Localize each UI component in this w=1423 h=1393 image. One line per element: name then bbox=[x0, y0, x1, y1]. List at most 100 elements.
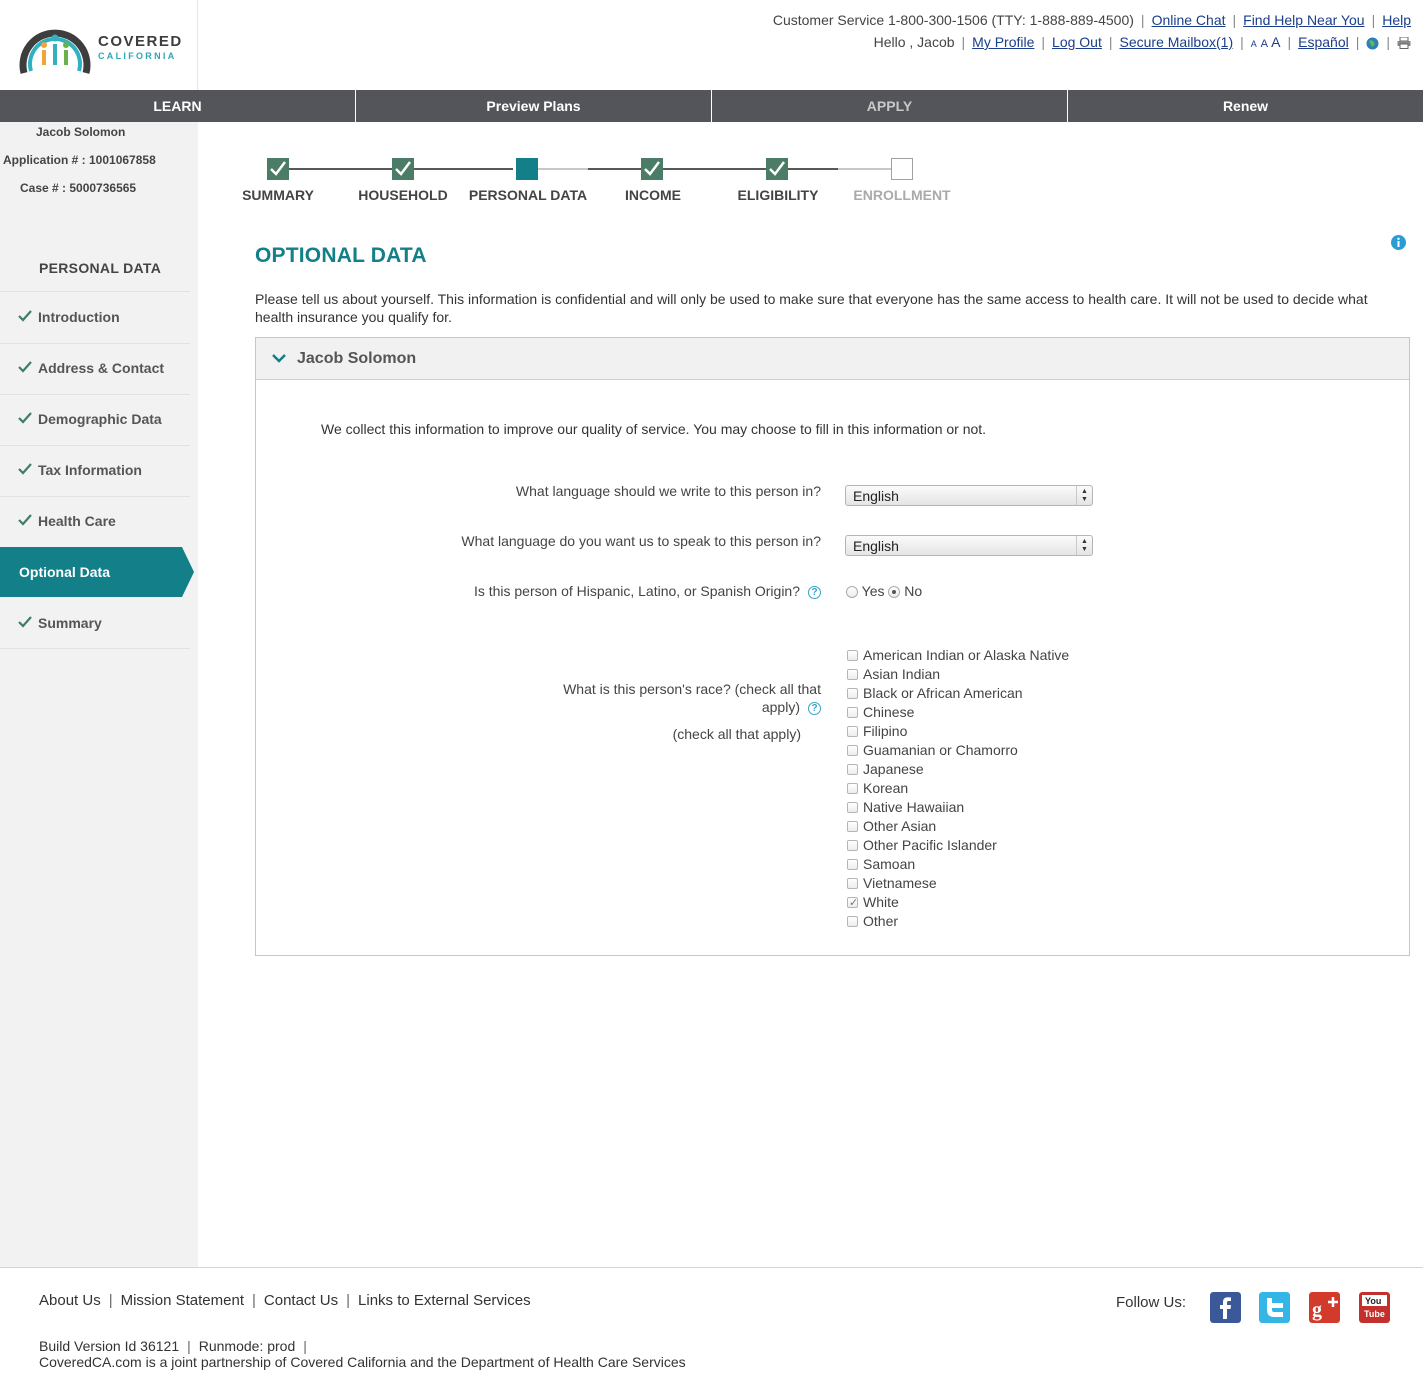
checkbox[interactable] bbox=[847, 745, 858, 756]
race-option[interactable]: Chinese bbox=[847, 703, 1069, 722]
online-chat-link[interactable]: Online Chat bbox=[1152, 12, 1226, 28]
race-option-label: Other bbox=[863, 913, 899, 929]
race-option[interactable]: Black or African American bbox=[847, 684, 1069, 703]
find-help-link[interactable]: Find Help Near You bbox=[1243, 12, 1364, 28]
font-large-button[interactable]: A bbox=[1271, 34, 1280, 50]
print-icon[interactable] bbox=[1397, 37, 1411, 50]
race-option[interactable]: Filipino bbox=[847, 722, 1069, 741]
race-option-label: Filipino bbox=[863, 723, 908, 739]
race-option[interactable]: Japanese bbox=[847, 760, 1069, 779]
help-link[interactable]: Help bbox=[1382, 12, 1411, 28]
step-eligibility-box[interactable] bbox=[766, 158, 788, 180]
checkbox[interactable] bbox=[847, 859, 858, 870]
checkbox[interactable] bbox=[847, 783, 858, 794]
nav-tab-learn[interactable]: LEARN bbox=[0, 90, 355, 122]
checkbox[interactable] bbox=[847, 669, 858, 680]
logo[interactable]: COVERED CALIFORNIA bbox=[0, 0, 198, 90]
checkbox[interactable] bbox=[847, 821, 858, 832]
race-option-label: Guamanian or Chamorro bbox=[863, 742, 1018, 758]
google-plus-icon[interactable]: g bbox=[1309, 1292, 1340, 1323]
race-option[interactable]: American Indian or Alaska Native bbox=[847, 646, 1069, 665]
globe-icon[interactable] bbox=[1366, 37, 1379, 50]
help-icon[interactable]: ? bbox=[808, 702, 821, 715]
sidebar-item-tax-information[interactable]: Tax Information bbox=[0, 445, 190, 495]
checkbox[interactable] bbox=[847, 764, 858, 775]
case-number: Case # : 5000736565 bbox=[20, 181, 137, 195]
nav-tab-apply[interactable]: APPLY bbox=[711, 90, 1067, 122]
hispanic-yes-radio[interactable] bbox=[846, 586, 858, 598]
step-personal-data-box[interactable] bbox=[516, 158, 538, 180]
sidebar-item-demographic-data[interactable]: Demographic Data bbox=[0, 394, 190, 444]
partnership-text: CoveredCA.com is a joint partnership of … bbox=[39, 1354, 686, 1370]
race-option-label: Vietnamese bbox=[863, 875, 937, 891]
write-language-select[interactable]: English ▲ ▼ bbox=[845, 485, 1093, 506]
checkbox[interactable] bbox=[847, 707, 858, 718]
facebook-icon[interactable] bbox=[1210, 1292, 1241, 1323]
race-option-label: Black or African American bbox=[863, 685, 1023, 701]
checkbox[interactable] bbox=[847, 802, 858, 813]
log-out-link[interactable]: Log Out bbox=[1052, 34, 1102, 50]
race-option[interactable]: Vietnamese bbox=[847, 874, 1069, 893]
race-option[interactable]: Other Asian bbox=[847, 817, 1069, 836]
utility-row-bottom: Hello , Jacob | My Profile | Log Out | Secure … bbox=[874, 34, 1411, 50]
step-label-eligibility[interactable]: ELIGIBILITY bbox=[708, 187, 848, 203]
font-small-button[interactable]: A bbox=[1251, 39, 1257, 49]
race-option[interactable]: Samoan bbox=[847, 855, 1069, 874]
step-label-income[interactable]: INCOME bbox=[583, 187, 723, 203]
checkbox-checked[interactable] bbox=[847, 894, 858, 913]
checkbox[interactable] bbox=[847, 840, 858, 851]
sidebar-item-address-contact[interactable]: Address & Contact bbox=[0, 343, 190, 393]
step-label-summary[interactable]: SUMMARY bbox=[208, 187, 348, 203]
race-option[interactable]: Asian Indian bbox=[847, 665, 1069, 684]
footer-link-about-us[interactable]: About Us bbox=[39, 1292, 101, 1309]
select-arrows-icon: ▲ ▼ bbox=[1076, 486, 1092, 505]
info-icon[interactable] bbox=[1391, 235, 1406, 250]
hispanic-origin-question: Is this person of Hispanic, Latino, or S… bbox=[474, 583, 821, 599]
checkmark-icon bbox=[18, 412, 32, 424]
twitter-icon[interactable] bbox=[1259, 1292, 1290, 1323]
step-household-box[interactable] bbox=[392, 158, 414, 180]
step-label-household[interactable]: HOUSEHOLD bbox=[333, 187, 473, 203]
covered-california-logo-icon bbox=[19, 29, 91, 74]
espanol-link[interactable]: Español bbox=[1298, 34, 1349, 50]
checkbox[interactable] bbox=[847, 726, 858, 737]
race-option[interactable]: Korean bbox=[847, 779, 1069, 798]
footer-link-external-services[interactable]: Links to External Services bbox=[358, 1292, 531, 1309]
sidebar-item-optional-data[interactable]: Optional Data bbox=[0, 547, 194, 597]
progress-line bbox=[588, 168, 838, 170]
step-label-personal-data[interactable]: PERSONAL DATA bbox=[458, 187, 598, 203]
secure-mailbox-link[interactable]: Secure Mailbox(1) bbox=[1120, 34, 1234, 50]
hispanic-no-label[interactable]: No bbox=[904, 583, 922, 599]
greeting-text: Hello , Jacob bbox=[873, 34, 955, 50]
race-option[interactable]: Native Hawaiian bbox=[847, 798, 1069, 817]
youtube-icon[interactable]: You Tube bbox=[1359, 1292, 1390, 1323]
race-option[interactable]: Other bbox=[847, 912, 1069, 931]
hispanic-yes-label[interactable]: Yes bbox=[862, 583, 885, 599]
sidebar-item-summary[interactable]: Summary bbox=[0, 598, 190, 648]
race-hint: (check all that apply) bbox=[672, 726, 801, 742]
nav-tab-preview-plans[interactable]: Preview Plans bbox=[355, 90, 711, 122]
sidebar-item-introduction[interactable]: Introduction bbox=[0, 292, 190, 342]
help-icon[interactable]: ? bbox=[808, 586, 821, 599]
customer-service-text: Customer Service 1-800-300-1506 (TTY: 1-… bbox=[772, 12, 1134, 28]
race-option[interactable]: Other Pacific Islander bbox=[847, 836, 1069, 855]
nav-tab-renew[interactable]: Renew bbox=[1067, 90, 1423, 122]
checkbox[interactable] bbox=[847, 688, 858, 699]
race-option[interactable]: Guamanian or Chamorro bbox=[847, 741, 1069, 760]
step-summary-box[interactable] bbox=[267, 158, 289, 180]
checkbox[interactable] bbox=[847, 650, 858, 661]
speak-language-label: What language do you want us to speak to… bbox=[461, 533, 821, 549]
sidebar-item-health-care[interactable]: Health Care bbox=[0, 496, 190, 546]
checkbox[interactable] bbox=[847, 916, 858, 927]
footer-link-mission-statement[interactable]: Mission Statement bbox=[121, 1292, 244, 1309]
speak-language-select[interactable]: English ▲ ▼ bbox=[845, 535, 1093, 556]
person-panel-header[interactable]: Jacob Solomon bbox=[256, 338, 1409, 380]
race-question: What is this person's race? (check all t… bbox=[563, 680, 821, 716]
footer-link-contact-us[interactable]: Contact Us bbox=[264, 1292, 338, 1309]
hispanic-no-radio[interactable] bbox=[888, 586, 901, 598]
checkbox[interactable] bbox=[847, 878, 858, 889]
my-profile-link[interactable]: My Profile bbox=[972, 34, 1034, 50]
step-income-box[interactable] bbox=[641, 158, 663, 180]
race-option[interactable]: White bbox=[847, 893, 1069, 913]
font-medium-button[interactable]: A bbox=[1261, 38, 1268, 50]
